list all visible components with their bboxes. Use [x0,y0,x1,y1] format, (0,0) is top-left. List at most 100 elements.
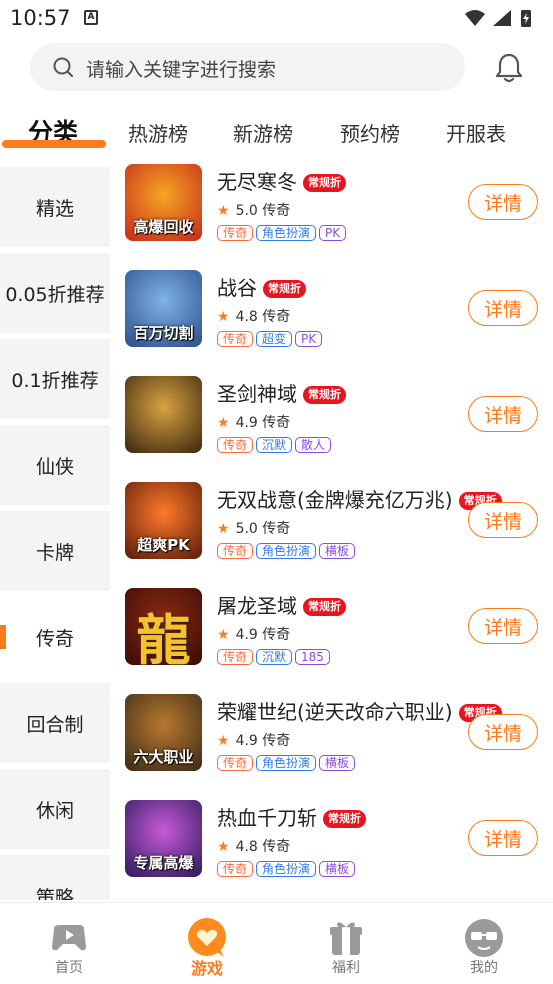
game-tags: 传奇 角色扮演 横板 [217,858,358,877]
sidebar-item-label: 精选 [35,197,74,220]
game-row[interactable]: 六大职业 荣耀世纪(逆天改命六职业) 常规折 ★ 4.9 传奇 传奇 角色扮演 横板 详情 [110,690,553,796]
nav-label: 我的 [470,960,498,976]
category-sidebar: 精选 0.05折推荐 0.1折推荐 仙侠 卡牌 传奇 回合制 休闲 策略 [0,165,110,900]
game-tag: 沉默 [256,649,293,665]
detail-button[interactable]: 详情 [468,714,538,750]
game-thumbnail[interactable]: 专属高爆 [125,800,202,877]
game-genre: 传奇 [262,839,291,855]
tab-reserve-ranking[interactable]: 预约榜 [340,118,400,147]
game-name: 圣剑神域 [217,382,297,406]
nav-label: 游戏 [190,959,223,978]
sidebar-item-label: 0.1折推荐 [11,369,99,392]
star-icon: ★ [217,627,230,643]
sidebar-item-01-discount[interactable]: 0.1折推荐 [0,339,110,419]
system-status-icons [465,10,531,27]
sidebar-item-label: 回合制 [26,713,84,736]
status-time: 10:57 [10,6,71,30]
detail-button[interactable]: 详情 [468,396,538,432]
game-title: 热血千刀斩 常规折 [217,802,366,831]
active-marker [0,625,6,649]
bottom-nav: 首页 游戏 福利 我的 [0,902,553,984]
nav-games[interactable]: 游戏 [157,903,257,984]
thumbnail-caption: 高爆回收 [133,218,194,236]
game-thumbnail[interactable]: 超爽PK [125,482,202,559]
rating-value: 4.8 [235,309,258,325]
detail-button[interactable]: 详情 [468,184,538,220]
game-rating: ★ 4.8 传奇 [217,306,290,326]
thumbnail-caption: 百万切割 [133,324,194,342]
game-row[interactable]: 百万切割 战谷 常规折 ★ 4.8 传奇传奇 超变 PK 详情 [110,266,553,372]
tab-server-schedule[interactable]: 开服表 [446,118,506,147]
sidebar-item-xianxia[interactable]: 仙侠 [0,425,110,505]
nav-welfare[interactable]: 福利 [296,903,396,984]
game-tag: 超变 [256,331,293,347]
game-row[interactable]: 圣剑神域 常规折 ★ 4.9 传奇 传奇 沉默 散人 详情 [110,372,553,478]
game-tag: 横板 [319,755,356,771]
star-icon: ★ [217,733,230,749]
detail-button[interactable]: 详情 [468,290,538,326]
active-tab-indicator [2,140,106,148]
bell-icon[interactable] [494,52,524,84]
game-tag: 角色扮演 [256,225,317,241]
tab-hot-ranking[interactable]: 热游榜 [128,118,188,147]
game-tag: 角色扮演 [256,755,317,771]
game-rating: ★ 4.9 传奇 [217,624,290,644]
sidebar-item-featured[interactable]: 精选 [0,167,110,247]
star-icon: ★ [217,415,230,431]
discount-badge: 常规折 [263,280,306,298]
rating-value: 5.0 [235,203,258,219]
game-title: 圣剑神域 常规折 [217,378,346,407]
game-rating: ★ 4.9 传奇 [217,730,290,750]
game-name: 无尽寒冬 [217,170,297,194]
game-tags: 传奇 角色扮演 横板 [217,540,358,559]
game-tags: 传奇 超变 PK [217,328,325,347]
sidebar-item-turn-based[interactable]: 回合制 [0,683,110,763]
game-tag: 传奇 [217,331,254,347]
game-list: 高爆回收 无尽寒冬 常规折 ★ 5.0 传奇 传奇 角色扮演 PK 详情 百万切割 战谷 常规折 ★ 4.… [110,160,553,900]
game-rating: ★ 5.0 传奇 [217,200,290,220]
game-row[interactable]: 专属高爆 热血千刀斩 常规折 ★ 4.8 传奇传奇 角色扮演 横板 详情 [110,796,553,900]
game-row[interactable]: 高爆回收 无尽寒冬 常规折 ★ 5.0 传奇 传奇 角色扮演 PK 详情 [110,160,553,266]
game-tag: 沉默 [256,437,293,453]
signal-icon [493,10,511,26]
game-thumbnail[interactable] [125,376,202,453]
game-tag: 散人 [295,437,332,453]
rating-value: 4.9 [235,627,258,643]
star-icon: ★ [217,521,230,537]
game-row[interactable]: 超爽PK 无双战意(金牌爆充亿万兆) 常规折 ★ 5.0 传奇 传奇 角色扮演 横板 详情 [110,478,553,584]
nav-mine[interactable]: 我的 [434,903,534,984]
detail-button[interactable]: 详情 [468,820,538,856]
game-title: 战谷 常规折 [217,272,306,301]
sidebar-item-label: 传奇 [35,627,74,650]
game-tags: 传奇 角色扮演 PK [217,222,349,241]
search-box[interactable]: 请输入关键字进行搜索 [30,43,465,91]
game-tag: 传奇 [217,437,254,453]
game-thumbnail[interactable]: 高爆回收 [125,164,202,241]
tab-new-ranking[interactable]: 新游榜 [233,118,293,147]
sidebar-item-casual[interactable]: 休闲 [0,769,110,849]
game-row[interactable]: 龍屠龙圣域 常规折 ★ 4.9 传奇 传奇 沉默 185 详情 [110,584,553,690]
search-placeholder: 请输入关键字进行搜索 [86,59,277,81]
detail-button[interactable]: 详情 [468,502,538,538]
rating-value: 4.8 [235,839,258,855]
game-genre: 传奇 [262,203,291,219]
game-thumbnail[interactable]: 龍 [125,588,202,665]
game-name: 屠龙圣域 [217,594,297,618]
game-thumbnail[interactable]: 六大职业 [125,694,202,771]
game-tag: 角色扮演 [256,543,317,559]
sidebar-item-strategy[interactable]: 策略 [0,855,110,900]
game-tag: 角色扮演 [256,861,317,877]
game-thumbnail[interactable]: 百万切割 [125,270,202,347]
notification-icon: A [84,10,98,25]
game-name: 战谷 [217,276,257,300]
sidebar-item-legend[interactable]: 传奇 [0,597,110,677]
discount-badge: 常规折 [323,810,366,828]
game-tag: 传奇 [217,225,254,241]
detail-button[interactable]: 详情 [468,608,538,644]
nav-home[interactable]: 首页 [19,903,119,984]
sidebar-item-005-discount[interactable]: 0.05折推荐 [0,253,110,333]
star-icon: ★ [217,839,230,855]
thumbnail-dragon-glyph: 龍 [136,608,191,665]
sidebar-item-card[interactable]: 卡牌 [0,511,110,591]
game-title: 无双战意(金牌爆充亿万兆) 常规折 [217,484,502,513]
